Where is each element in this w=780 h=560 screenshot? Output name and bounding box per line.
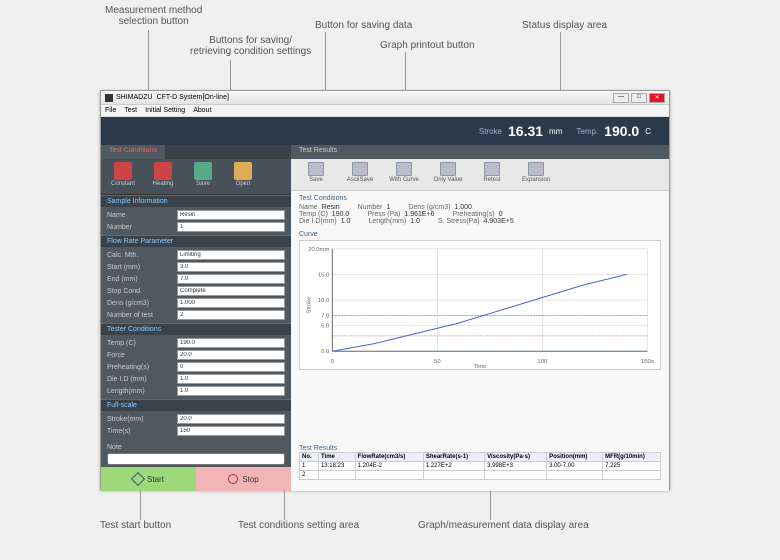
heating-button[interactable]: Heating <box>145 162 181 191</box>
calc-mth-select[interactable] <box>177 250 285 260</box>
sidebar-tabs: Test Conditions <box>101 145 291 159</box>
fullscale-time-input[interactable] <box>177 426 285 436</box>
svg-text:10.0: 10.0 <box>318 298 330 304</box>
flow-header: Flow Rate Parameter <box>101 235 291 247</box>
callout-save-retrieve: Buttons for saving/ retrieving condition… <box>190 35 311 57</box>
print-icon <box>396 162 412 176</box>
app-icon <box>105 94 113 102</box>
callout-graph-area: Graph/measurement data display area <box>418 520 589 531</box>
save-data-button[interactable]: Save <box>297 162 335 187</box>
callout-graph-print: Graph printout button <box>380 40 475 51</box>
sample-name-input[interactable] <box>177 210 285 220</box>
svg-text:15.0: 15.0 <box>318 272 330 278</box>
constant-button[interactable]: Constant <box>105 162 141 191</box>
svg-text:100: 100 <box>537 359 548 365</box>
status-stroke-label: Stroke <box>479 127 502 136</box>
die-id-input[interactable] <box>177 374 285 384</box>
preheat-input[interactable] <box>177 362 285 372</box>
menu-initial-setting[interactable]: Initial Setting <box>145 107 185 114</box>
curve-area: Curve 050100150s0.05.07.010.015.020.0mmT… <box>291 229 669 443</box>
callout-test-start: Test start button <box>100 520 171 531</box>
retest-button[interactable]: Retest <box>473 162 511 187</box>
menu-test[interactable]: Test <box>124 107 137 114</box>
minimize-button[interactable]: — <box>613 93 629 103</box>
save-conditions-button[interactable]: Save <box>185 162 221 191</box>
zoom-icon <box>528 162 544 176</box>
sample-number-input[interactable] <box>177 222 285 232</box>
note-input[interactable] <box>107 453 285 465</box>
open-conditions-button[interactable]: Open <box>225 162 261 191</box>
svg-text:7.0: 7.0 <box>321 313 330 319</box>
tester-header: Tester Conditions <box>101 323 291 335</box>
callout-conditions-area: Test conditions setting area <box>238 520 359 531</box>
main-area: Test Results Save AsciiSave With Curve O… <box>291 145 669 491</box>
force-input[interactable] <box>177 350 285 360</box>
svg-text:50: 50 <box>434 359 441 365</box>
app-window: SHIMADZU CFT-D System[On-line] — □ ✕ Fil… <box>100 90 670 490</box>
svg-text:150s: 150s <box>641 359 654 365</box>
print-icon <box>440 162 456 176</box>
ascii-save-button[interactable]: AsciiSave <box>341 162 379 187</box>
stop-cond-select[interactable] <box>177 286 285 296</box>
main-tabs: Test Results <box>291 145 669 159</box>
fullscale-stroke-input[interactable] <box>177 414 285 424</box>
start-button[interactable]: Start <box>101 467 196 491</box>
status-temp-unit: C <box>645 127 651 136</box>
titlebar: SHIMADZU CFT-D System[On-line] — □ ✕ <box>101 91 669 105</box>
with-curve-button[interactable]: With Curve <box>385 162 423 187</box>
diamond-icon <box>131 472 145 486</box>
stop-button[interactable]: Stop <box>196 467 291 491</box>
svg-text:20.0mm: 20.0mm <box>308 247 329 253</box>
start-input[interactable] <box>177 262 285 272</box>
sidebar-toolbar: Constant Heating Save Open <box>101 159 291 195</box>
svg-text:Time: Time <box>474 364 488 369</box>
close-button[interactable]: ✕ <box>649 93 665 103</box>
status-stroke-value: 16.31 <box>508 123 543 139</box>
numtest-input[interactable] <box>177 310 285 320</box>
callout-save-data: Button for saving data <box>315 20 412 31</box>
sidebar: Test Conditions Constant Heating Save Op… <box>101 145 291 491</box>
test-results-area: Test Results No.TimeFlowRate(cm3/s)Shear… <box>291 443 669 491</box>
curve-chart: 0 50 100 150s 0.0 5.0 7.0 10.0 15.0 20.0mm Time Str… <box>299 240 661 370</box>
only-value-button[interactable]: Only Value <box>429 162 467 187</box>
main-toolbar: Save AsciiSave With Curve Only Value Ret… <box>291 159 669 191</box>
svg-text:0.0: 0.0 <box>321 349 330 355</box>
length-input[interactable] <box>177 386 285 396</box>
fullscale-header: Full-scale <box>101 399 291 411</box>
results-table: No.TimeFlowRate(cm3/s)ShearRate(s-1)Visc… <box>299 452 661 480</box>
status-stroke-unit: mm <box>549 127 562 136</box>
status-temp-label: Temp. <box>576 127 598 136</box>
end-input[interactable] <box>177 274 285 284</box>
floppy-icon <box>308 162 324 176</box>
callout-status: Status display area <box>522 20 607 31</box>
expansion-button[interactable]: Expansion <box>517 162 555 187</box>
maximize-button[interactable]: □ <box>631 93 647 103</box>
status-temp-value: 190.0 <box>604 123 639 139</box>
tab-test-results[interactable]: Test Results <box>291 145 345 159</box>
floppy-icon <box>352 162 368 176</box>
callout-measurement-method: Measurement method selection button <box>105 5 202 27</box>
brand-label: SHIMADZU <box>116 94 153 101</box>
menu-about[interactable]: About <box>193 107 211 114</box>
menubar: File Test Initial Setting About <box>101 105 669 117</box>
menu-file[interactable]: File <box>105 107 116 114</box>
thermometer-icon <box>114 162 132 180</box>
folder-icon <box>234 162 252 180</box>
sample-header: Sample Information <box>101 195 291 207</box>
svg-text:0: 0 <box>331 359 335 365</box>
stop-icon <box>228 474 238 484</box>
retest-icon <box>484 162 500 176</box>
svg-text:5.0: 5.0 <box>321 324 330 330</box>
status-display-area: Stroke 16.31 mm Temp. 190.0 C <box>101 117 669 145</box>
thermometer-icon <box>154 162 172 180</box>
svg-text:Stroke: Stroke <box>307 296 313 314</box>
dens-input[interactable] <box>177 298 285 308</box>
window-title: CFT-D System[On-line] <box>157 94 229 101</box>
test-conditions-display: Test Conditions NameResinNumber1Dens (g/… <box>291 191 669 229</box>
tab-test-conditions[interactable]: Test Conditions <box>101 145 165 159</box>
floppy-icon <box>194 162 212 180</box>
temp-input[interactable] <box>177 338 285 348</box>
